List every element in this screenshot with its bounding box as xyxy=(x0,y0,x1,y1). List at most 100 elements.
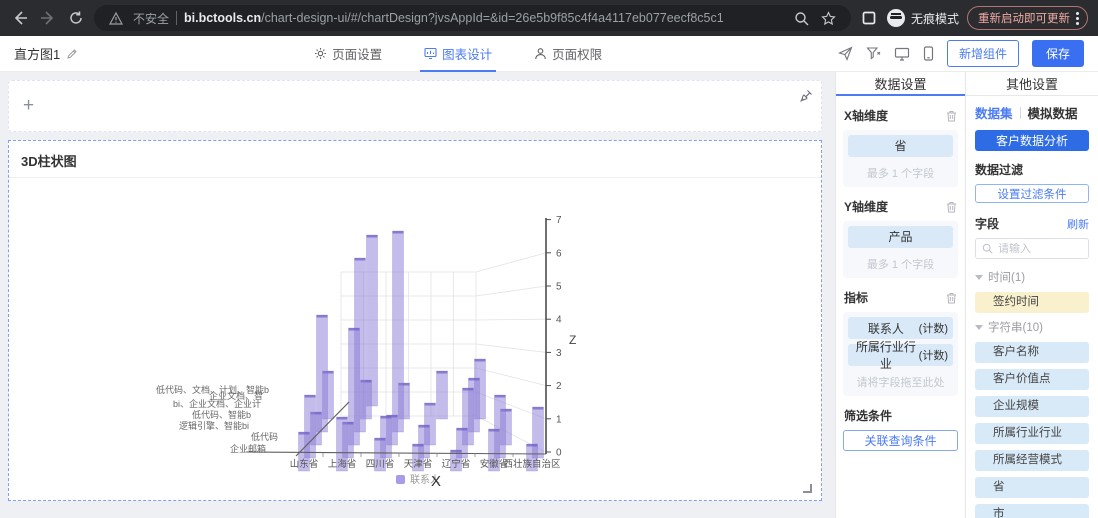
field-search-input[interactable] xyxy=(998,243,1078,255)
tab-dataset[interactable]: 数据集 xyxy=(975,103,1013,122)
desktop-preview-icon[interactable] xyxy=(894,47,910,61)
y-dimension-dropzone[interactable]: 产品 最多 1 个字段 xyxy=(843,221,958,278)
bookmark-star-icon[interactable] xyxy=(819,8,839,28)
dataset-select-button[interactable]: 客户数据分析 xyxy=(975,130,1089,151)
browser-menu-icon[interactable] xyxy=(1076,12,1079,25)
url-domain: bi.bctools.cn xyxy=(184,11,261,25)
field-chip[interactable]: 所属行业行业 xyxy=(975,423,1089,444)
design-tabs: 页面设置 图表设计 页面权限 xyxy=(78,36,838,72)
update-browser-button[interactable]: 重新启动即可更新 xyxy=(967,6,1088,30)
forward-icon[interactable] xyxy=(38,8,58,28)
field-search-box[interactable] xyxy=(975,238,1089,259)
edit-title-icon[interactable] xyxy=(66,48,78,60)
metric-chip[interactable]: 联系人(计数) xyxy=(848,317,953,339)
trash-icon[interactable] xyxy=(946,110,957,122)
url-path: /chart-design-ui/#/chartDesign?jvsAppId=… xyxy=(261,11,724,25)
metrics-dropzone[interactable]: 联系人(计数) 所属行业行业(计数) 请将字段拖至此处 xyxy=(843,312,958,396)
plus-icon: + xyxy=(23,95,34,117)
field-chip[interactable]: 签约时间 xyxy=(975,292,1089,313)
svg-text:4: 4 xyxy=(556,315,562,326)
svg-text:山东省: 山东省 xyxy=(290,458,319,470)
trash-icon[interactable] xyxy=(946,201,957,213)
field-chip[interactable]: 客户价值点 xyxy=(975,369,1089,390)
field-chip[interactable]: 所属经营模式 xyxy=(975,450,1089,471)
not-secure-warning-icon xyxy=(106,8,126,28)
refresh-link[interactable]: 刷新 xyxy=(1067,216,1089,232)
resize-handle[interactable] xyxy=(803,484,812,493)
y-dimension-label: Y轴维度 xyxy=(844,198,888,215)
incognito-badge: 无痕模式 xyxy=(887,9,959,27)
set-filter-button[interactable]: 设置过滤条件 xyxy=(975,184,1089,203)
svg-text:低代码、文档、计划、智能b: 低代码、文档、计划、智能b xyxy=(156,384,269,395)
dropzone-placeholder: 请将字段拖至此处 xyxy=(848,371,953,392)
svg-text:企业邮箱: 企业邮箱 xyxy=(230,443,266,454)
caret-down-icon xyxy=(975,325,983,330)
chart-component-card[interactable]: 3D柱状图 01234567Z山东省上海省四川省天津省辽宁省安徽省西壮族自治区企… xyxy=(8,140,822,501)
empty-component-card[interactable]: + xyxy=(8,80,822,132)
url-text[interactable]: bi.bctools.cn/chart-design-ui/#/chartDes… xyxy=(184,11,724,25)
field-chip-y[interactable]: 产品 xyxy=(848,226,953,248)
trash-icon[interactable] xyxy=(946,292,957,304)
x-dimension-label: X轴维度 xyxy=(844,107,888,124)
linked-query-button[interactable]: 关联查询条件 xyxy=(843,430,958,451)
tab-label: 页面权限 xyxy=(552,44,602,63)
svg-text:低代码、智能b: 低代码、智能b xyxy=(192,409,251,420)
data-filter-label: 数据过滤 xyxy=(975,161,1089,178)
chart-title: 3D柱状图 xyxy=(9,141,821,177)
url-bar[interactable]: 不安全 bi.bctools.cn/chart-design-ui/#/char… xyxy=(94,5,851,31)
add-component-button[interactable]: 新增组件 xyxy=(947,40,1019,67)
svg-text:X: X xyxy=(431,473,441,490)
dropzone-placeholder: 最多 1 个字段 xyxy=(848,162,953,183)
field-chip-x[interactable]: 省 xyxy=(848,135,953,157)
data-settings-panel: 数据设置 X轴维度 省 最多 1 个字段 Y轴维度 产品 最多 1 个字段 xyxy=(835,72,965,518)
tab-switcher-icon[interactable] xyxy=(859,8,879,28)
metric-chip[interactable]: 所属行业行业(计数) xyxy=(848,344,953,366)
mobile-preview-icon[interactable] xyxy=(923,46,934,61)
field-chip[interactable]: 企业规模 xyxy=(975,396,1089,417)
tab-data-settings[interactable]: 数据设置 xyxy=(836,72,965,96)
svg-text:西壮族自治区: 西壮族自治区 xyxy=(503,458,561,470)
design-canvas: + 3D柱状图 01234567Z山东省上海省四川省天津省辽宁省安徽省西壮族自治… xyxy=(0,72,835,518)
svg-text:0: 0 xyxy=(556,448,562,459)
x-dimension-dropzone[interactable]: 省 最多 1 个字段 xyxy=(843,130,958,187)
back-icon[interactable] xyxy=(10,8,30,28)
field-chip[interactable]: 省 xyxy=(975,477,1089,498)
incognito-label: 无痕模式 xyxy=(911,10,959,27)
field-group-strings[interactable]: 字符串(10) xyxy=(975,319,1089,335)
svg-text:天津省: 天津省 xyxy=(404,458,433,470)
field-group-time[interactable]: 时间(1) xyxy=(975,269,1089,285)
tab-divider xyxy=(1020,107,1021,119)
update-label: 重新启动即可更新 xyxy=(978,10,1070,26)
tab-chart-design[interactable]: 图表设计 xyxy=(424,36,492,72)
svg-text:1: 1 xyxy=(556,414,562,425)
tab-label: 页面设置 xyxy=(332,44,382,63)
field-chip[interactable]: 市 xyxy=(975,504,1089,518)
app-toolbar: 直方图1 页面设置 图表设计 页面权限 新增组件 保 xyxy=(0,36,1098,72)
svg-text:低代码: 低代码 xyxy=(251,431,278,442)
bar3d-chart[interactable]: 01234567Z山东省上海省四川省天津省辽宁省安徽省西壮族自治区企业邮箱低代码… xyxy=(13,176,819,497)
group-label: 时间(1) xyxy=(988,269,1025,285)
save-button[interactable]: 保存 xyxy=(1032,40,1084,67)
reload-icon[interactable] xyxy=(66,8,86,28)
tab-mock-data[interactable]: 模拟数据 xyxy=(1028,103,1078,122)
page-title-group: 直方图1 xyxy=(14,44,78,63)
search-icon[interactable] xyxy=(792,8,812,28)
url-separator xyxy=(176,11,177,25)
fields-label: 字段 xyxy=(975,215,999,232)
security-label[interactable]: 不安全 xyxy=(133,10,169,27)
svg-text:6: 6 xyxy=(556,248,562,259)
metrics-label: 指标 xyxy=(844,289,868,306)
filter-icon[interactable] xyxy=(866,46,881,61)
incognito-icon xyxy=(887,9,905,27)
group-label: 字符串(10) xyxy=(988,319,1043,335)
dropzone-placeholder: 最多 1 个字段 xyxy=(848,253,953,274)
pin-icon[interactable] xyxy=(799,89,813,103)
svg-text:Z: Z xyxy=(569,333,576,347)
svg-text:2: 2 xyxy=(556,381,562,392)
field-chip[interactable]: 客户名称 xyxy=(975,342,1089,363)
tab-other-settings[interactable]: 其他设置 xyxy=(966,72,1098,96)
tab-page-settings[interactable]: 页面设置 xyxy=(314,36,382,72)
publish-icon[interactable] xyxy=(838,46,853,61)
tab-page-permissions[interactable]: 页面权限 xyxy=(534,36,602,72)
svg-text:辽宁省: 辽宁省 xyxy=(442,458,471,470)
